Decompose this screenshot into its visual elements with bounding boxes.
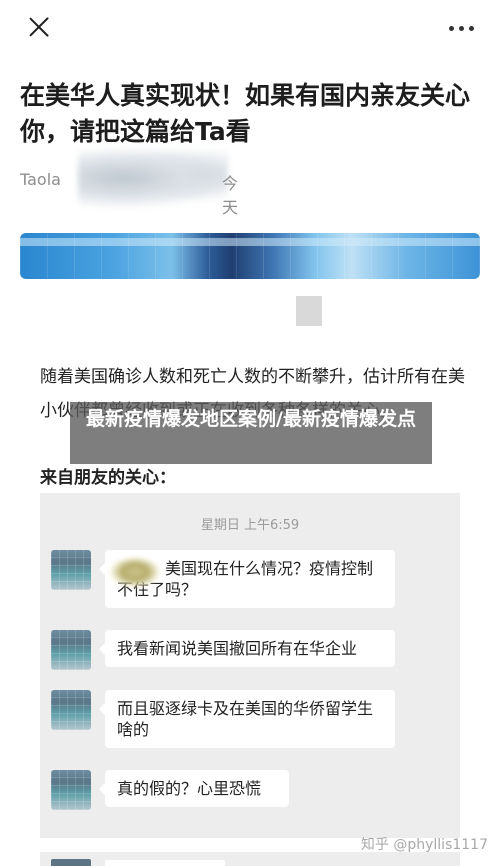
blurred-sender-name (109, 555, 161, 588)
top-bar (0, 0, 500, 60)
chat-bubble: 我看新闻说美国撤回所有在华企业 (99, 630, 395, 667)
zhihu-watermark: 知乎 @phyllis1117 (360, 837, 488, 853)
chat-bubble: 真的假的？心里恐慌 (99, 770, 289, 807)
avatar (51, 690, 91, 730)
close-icon[interactable] (22, 13, 56, 47)
chat-bubble: 而且驱逐绿卡及在美国的华侨留学生啥的 (99, 690, 395, 748)
avatar (51, 859, 91, 866)
grey-placeholder-block (296, 296, 322, 326)
article-title: 在美华人真实现状！如果有国内亲友关心你，请把这篇给Ta看 (20, 81, 471, 146)
chat-message-text: 我看新闻说美国撤回所有在华企业 (117, 639, 358, 658)
avatar (51, 550, 91, 590)
chat-bubble (105, 860, 225, 866)
avatar (51, 630, 91, 670)
chat-screenshot: 星期日 上午6:59 美国现在什么情况？疫情控制不住了吗？ 我看新闻说美国撤回所… (40, 493, 460, 838)
chat-screenshot-continued (40, 852, 460, 866)
more-icon[interactable] (449, 26, 474, 31)
chat-message-text: 而且驱逐绿卡及在美国的华侨留学生啥的 (117, 699, 374, 739)
avatar (51, 770, 91, 810)
chat-message-text: 真的假的？心里恐慌 (117, 779, 262, 798)
section-subheading: 来自朋友的关心： (40, 468, 176, 488)
publish-date: 今天 (222, 174, 239, 217)
blurred-account-name (78, 148, 228, 208)
overlay-caption: 最新疫情爆发地区案例/最新疫情爆发点 (86, 408, 416, 430)
chat-timestamp: 星期日 上午6:59 (200, 518, 300, 533)
chat-bubble: 美国现在什么情况？疫情控制不住了吗？ (99, 550, 395, 608)
author-name[interactable]: Taola (20, 170, 61, 189)
header-banner-image (20, 233, 480, 279)
